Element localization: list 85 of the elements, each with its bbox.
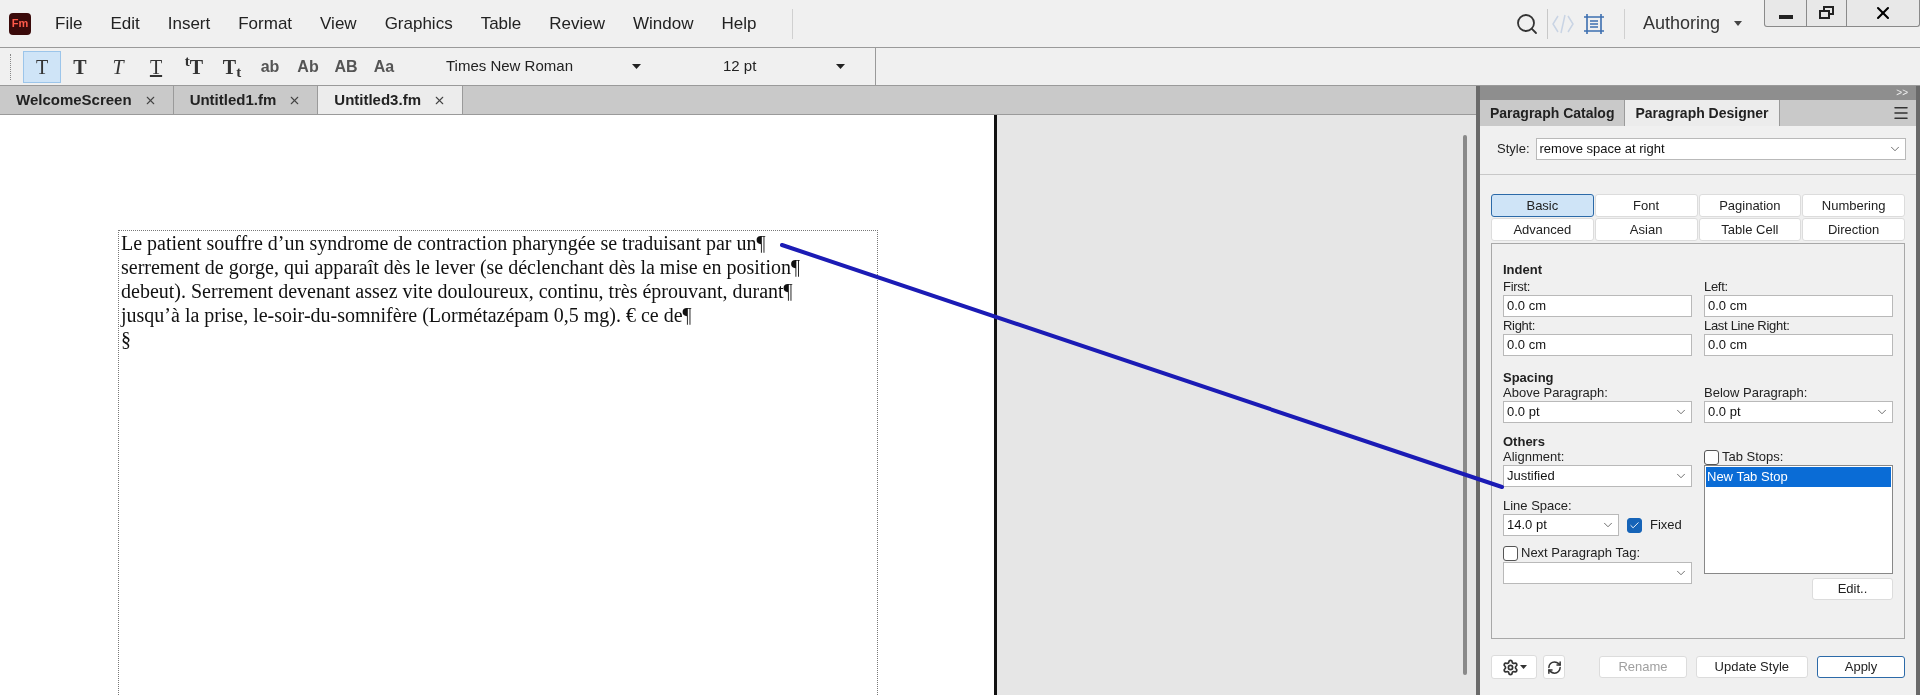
workspace-dropdown[interactable]: Authoring bbox=[1642, 10, 1742, 37]
caret-icon bbox=[836, 64, 845, 69]
dropdown-field[interactable]: 0.0 pt bbox=[1704, 401, 1893, 423]
section-title: Indent bbox=[1503, 262, 1543, 278]
designer-tab[interactable]: Font bbox=[1594, 194, 1698, 217]
field-label: First: bbox=[1503, 278, 1532, 295]
field-label: Below Paragraph: bbox=[1704, 385, 1809, 401]
menu-item[interactable]: Window bbox=[633, 10, 694, 37]
input-field[interactable]: 0.0 cm bbox=[1704, 295, 1893, 317]
format-button[interactable]: T bbox=[61, 50, 99, 83]
field-label: Style: bbox=[1497, 140, 1530, 159]
designer-tab[interactable]: Direction bbox=[1802, 218, 1905, 241]
document-text-line: Le patient souffre d’un syndrome de contraction pharyngée se traduisant par un¶ bbox=[121, 231, 766, 255]
menu-item[interactable]: Format bbox=[238, 10, 293, 37]
menu-item[interactable]: Table bbox=[480, 10, 522, 37]
section-title: Spacing bbox=[1503, 370, 1555, 385]
scrollbar[interactable] bbox=[1463, 135, 1467, 675]
field-label: Above Paragraph: bbox=[1503, 385, 1609, 401]
field-label: Line Space: bbox=[1503, 498, 1573, 514]
document-text-line: debeut). Serrement devenant assez vite douloureux, continu, très éprouvant, durant¶ bbox=[121, 279, 793, 303]
format-button[interactable]: AB bbox=[327, 50, 365, 83]
format-button[interactable]: Ab bbox=[289, 50, 327, 83]
list-item[interactable]: New Tab Stop bbox=[1706, 467, 1891, 487]
document-text-line: jusqu’à la prise, le-soir-du-somnifère (Lormétazépam 0,5 mg). € ce de¶ bbox=[121, 303, 692, 327]
footer-button[interactable]: Update Style bbox=[1695, 656, 1808, 678]
menu-item[interactable]: Insert bbox=[167, 10, 211, 37]
document-tab[interactable]: Untitled3.fm bbox=[318, 86, 463, 114]
checkbox[interactable] bbox=[1627, 517, 1642, 533]
refresh-icon bbox=[1546, 659, 1562, 675]
edit-button[interactable]: Edit.. bbox=[1812, 578, 1893, 600]
input-field[interactable]: 0.0 cm bbox=[1503, 334, 1692, 356]
menu-item[interactable]: Edit bbox=[110, 10, 140, 37]
document-text-line: § bbox=[121, 327, 131, 351]
settings-menu-button[interactable] bbox=[1491, 655, 1537, 679]
menu-icon[interactable] bbox=[1892, 104, 1910, 122]
designer-tab[interactable]: Asian bbox=[1594, 218, 1698, 241]
menu-item[interactable]: Help bbox=[721, 10, 757, 37]
menu-item[interactable]: Review bbox=[549, 10, 606, 37]
caret-icon bbox=[1519, 665, 1527, 669]
refresh-button[interactable] bbox=[1543, 655, 1565, 679]
format-button[interactable]: T bbox=[99, 50, 137, 83]
field-label: Right: bbox=[1503, 317, 1537, 334]
app-logo: Fm bbox=[9, 12, 31, 35]
checkbox-label: Tab Stops: bbox=[1722, 449, 1784, 465]
minimize-icon bbox=[1778, 15, 1793, 19]
search-icon[interactable] bbox=[1514, 11, 1539, 36]
format-button[interactable]: ab bbox=[251, 50, 289, 83]
footer-button[interactable]: Apply bbox=[1817, 656, 1905, 678]
input-field[interactable]: 0.0 cm bbox=[1704, 334, 1893, 356]
designer-tab[interactable]: Pagination bbox=[1698, 194, 1802, 217]
document-text-line: serrement de gorge, qui apparaît dès le lever (se déclenchant dès la mise en position¶ bbox=[121, 255, 800, 279]
input-field[interactable]: 0.0 cm bbox=[1503, 295, 1692, 317]
checkbox[interactable] bbox=[1503, 545, 1518, 561]
checkbox[interactable] bbox=[1704, 449, 1719, 465]
format-button[interactable]: $^{t}$T bbox=[175, 50, 213, 83]
format-button[interactable]: Aa bbox=[365, 50, 403, 83]
font-dropdown[interactable]: Times New Roman bbox=[446, 55, 641, 78]
alignment-dropdown[interactable]: Justified bbox=[1503, 465, 1692, 487]
field-label: Left: bbox=[1704, 278, 1729, 295]
dropdown-field[interactable]: 0.0 pt bbox=[1503, 401, 1692, 423]
format-button[interactable]: T$_{t}$ bbox=[213, 50, 251, 83]
field-label: Last Line Right: bbox=[1704, 317, 1791, 334]
line-space-dropdown[interactable]: 14.0 pt bbox=[1503, 514, 1619, 536]
frame-icon[interactable] bbox=[1581, 11, 1606, 36]
check-icon bbox=[1629, 519, 1640, 531]
designer-tab[interactable]: Numbering bbox=[1802, 194, 1905, 217]
field-label: Alignment: bbox=[1503, 449, 1566, 465]
menu-item[interactable]: Graphics bbox=[384, 10, 453, 37]
panel-tab[interactable]: Paragraph Designer bbox=[1625, 100, 1780, 126]
designer-tab[interactable]: Basic bbox=[1491, 194, 1594, 217]
restore-icon bbox=[1818, 6, 1835, 20]
section-title: Others bbox=[1503, 435, 1546, 449]
style-dropdown[interactable]: remove space at right bbox=[1535, 138, 1906, 160]
menu-item[interactable]: View bbox=[320, 10, 357, 37]
gear-icon bbox=[1501, 658, 1519, 676]
format-button[interactable]: T bbox=[23, 50, 61, 83]
caret-icon bbox=[632, 64, 641, 69]
checkbox-label: Fixed bbox=[1650, 516, 1682, 535]
caret-icon bbox=[1734, 21, 1742, 26]
designer-tab[interactable]: Advanced bbox=[1491, 218, 1594, 241]
size-dropdown[interactable]: 12 pt bbox=[723, 55, 845, 78]
menu-item[interactable]: File bbox=[55, 10, 83, 37]
designer-tab[interactable]: Table Cell bbox=[1698, 218, 1802, 241]
checkbox-label: Next Paragraph Tag: bbox=[1521, 545, 1640, 561]
format-button[interactable]: T bbox=[137, 50, 175, 83]
